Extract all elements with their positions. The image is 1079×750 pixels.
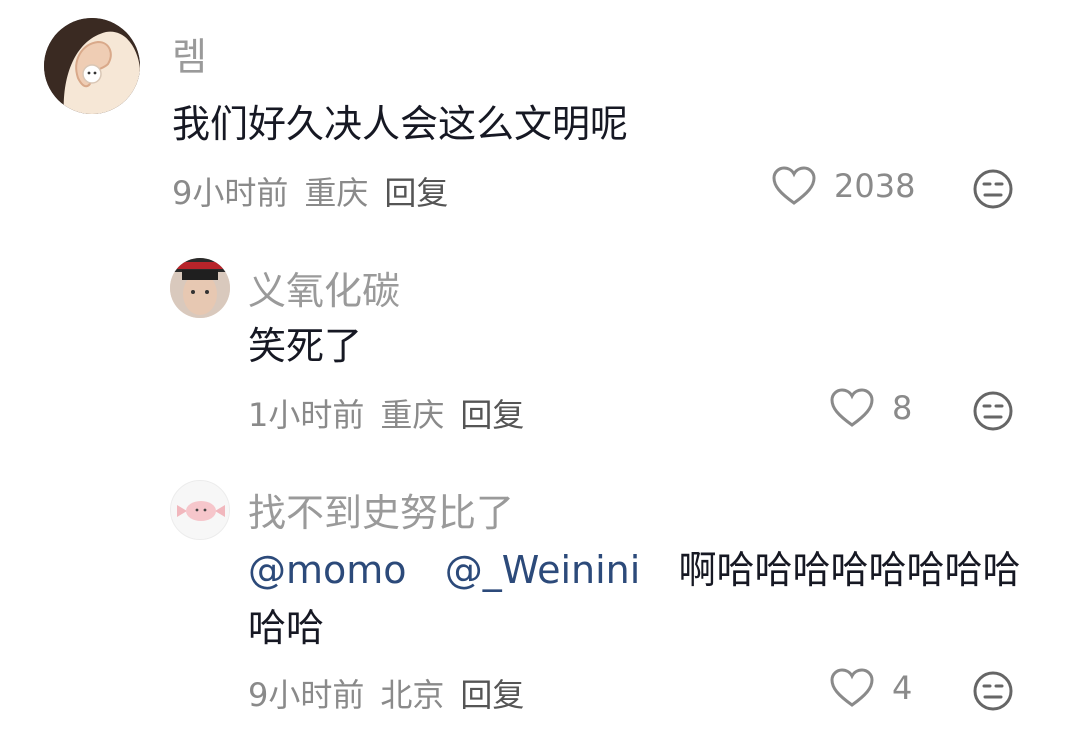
comment-time: 9小时前	[248, 676, 365, 714]
like-count: 2038	[834, 167, 916, 205]
comment-meta: 9小时前 北京 回复	[248, 670, 540, 716]
dislike-button[interactable]	[972, 670, 1014, 716]
comment-meta: 1小时前 重庆 回复	[248, 390, 540, 436]
reply-button[interactable]: 回复	[460, 676, 524, 714]
neutral-face-icon	[973, 671, 1013, 711]
comment-location: 北京	[380, 676, 445, 714]
mention-link[interactable]: @_Weinini	[445, 548, 641, 592]
avatar-candy-illustration	[171, 481, 229, 539]
avatar[interactable]	[44, 18, 140, 114]
comment-text: @momo @_Weinini 啊哈哈哈哈哈哈哈哈	[248, 546, 1021, 595]
avatar-face-photo	[170, 258, 230, 318]
dislike-button[interactable]	[972, 168, 1014, 214]
comment-meta: 9小时前 重庆 回复	[172, 168, 464, 214]
like-button[interactable]: 4	[830, 668, 912, 708]
avatar-ear-illustration	[44, 18, 140, 114]
reply-button[interactable]: 回复	[384, 174, 448, 212]
comment-thread: 렘 我们好久决人会这么文明呢 9小时前 重庆 回复 2038 义氧化碳 笑死了 …	[0, 0, 1079, 750]
heart-icon	[830, 388, 874, 427]
heart-icon	[772, 166, 816, 205]
avatar[interactable]	[170, 480, 230, 540]
dislike-button[interactable]	[972, 390, 1014, 436]
comment-time: 1小时前	[248, 396, 365, 434]
like-count: 8	[892, 389, 913, 427]
avatar[interactable]	[170, 258, 230, 318]
comment-text-line1: 啊哈哈哈哈哈哈哈哈	[678, 548, 1021, 592]
mention-link[interactable]: @momo	[248, 548, 407, 592]
comment-location: 重庆	[380, 396, 445, 434]
like-count: 4	[892, 669, 913, 707]
neutral-face-icon	[973, 169, 1013, 209]
reply-button[interactable]: 回复	[460, 396, 524, 434]
comment-username[interactable]: 义氧化碳	[248, 260, 400, 315]
comment-text: 笑死了	[248, 324, 363, 368]
neutral-face-icon	[973, 391, 1013, 431]
comment-text-line2: 哈哈	[248, 606, 325, 650]
like-button[interactable]: 8	[830, 388, 912, 428]
like-button[interactable]: 2038	[772, 166, 915, 206]
comment-text: 我们好久决人会这么文明呢	[172, 102, 629, 146]
comment-time: 9小时前	[172, 174, 289, 212]
comment-username[interactable]: 找不到史努比了	[248, 482, 514, 537]
heart-icon	[830, 668, 874, 707]
comment-location: 重庆	[304, 174, 369, 212]
comment-username[interactable]: 렘	[172, 26, 207, 81]
